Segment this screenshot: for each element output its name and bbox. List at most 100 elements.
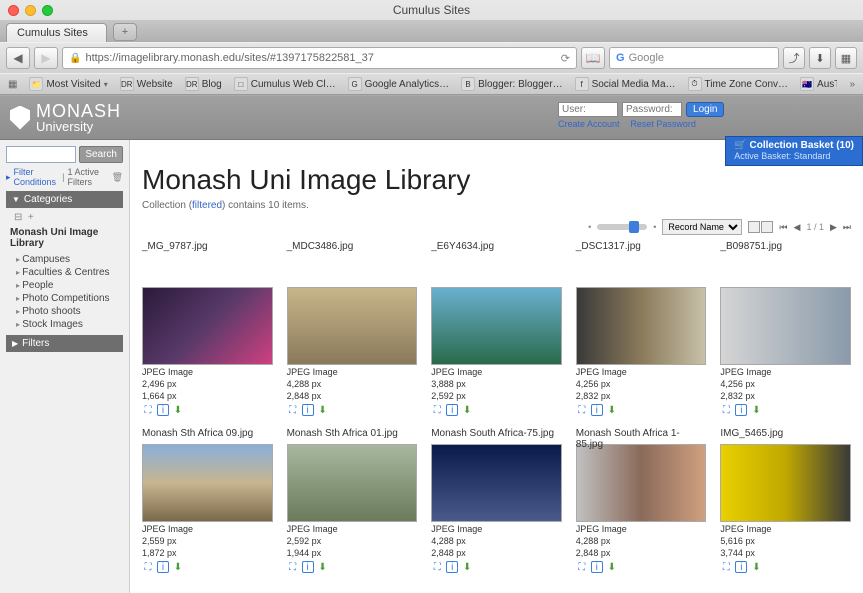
info-icon[interactable]: i: [591, 561, 603, 573]
login-button[interactable]: Login: [686, 102, 724, 117]
info-icon[interactable]: i: [591, 404, 603, 416]
expand-icon[interactable]: ⊟ +: [8, 212, 121, 223]
search-button[interactable]: Search: [79, 146, 123, 163]
bookmark-item[interactable]: fSocial Media Ma…: [575, 77, 676, 91]
url-field[interactable]: 🔒 https://imagelibrary.monash.edu/sites/…: [62, 47, 577, 69]
item-name[interactable]: IMG_5465.jpg: [720, 428, 851, 440]
item-name[interactable]: _DSC1317.jpg: [576, 241, 707, 253]
category-item[interactable]: People: [16, 279, 121, 292]
tabs-button[interactable]: ▦: [835, 47, 857, 69]
info-icon[interactable]: i: [302, 561, 314, 573]
thumbnail[interactable]: [431, 287, 562, 365]
expand-icon[interactable]: ⛶: [720, 561, 732, 573]
thumbnail[interactable]: [142, 287, 273, 365]
thumbnail[interactable]: [576, 444, 707, 522]
download-icon[interactable]: ⬇: [750, 404, 762, 416]
search-input[interactable]: [6, 146, 76, 163]
share-button[interactable]: ⤴: [783, 47, 805, 69]
thumbnail[interactable]: [287, 287, 418, 365]
thumb-size-slider[interactable]: [597, 224, 647, 230]
download-icon[interactable]: ⬇: [461, 561, 473, 573]
pager-prev-icon[interactable]: ◀: [794, 222, 801, 233]
download-icon[interactable]: ⬇: [317, 561, 329, 573]
collection-basket[interactable]: 🛒 Collection Basket (10) Active Basket: …: [725, 136, 863, 166]
pager-next-icon[interactable]: ▶: [830, 222, 837, 233]
expand-icon[interactable]: ⛶: [142, 561, 154, 573]
info-icon[interactable]: i: [157, 404, 169, 416]
bookmarks-menu-icon[interactable]: ▦: [8, 79, 17, 90]
new-tab-button[interactable]: +: [113, 23, 137, 41]
thumbnail[interactable]: [720, 287, 851, 365]
expand-icon[interactable]: ⛶: [720, 404, 732, 416]
download-icon[interactable]: ⬇: [606, 404, 618, 416]
item-name[interactable]: _E6Y4634.jpg: [431, 241, 562, 253]
downloads-link[interactable]: Downloads: [804, 104, 853, 115]
thumbnail[interactable]: [287, 444, 418, 522]
info-icon[interactable]: i: [735, 404, 747, 416]
thumbnail[interactable]: [576, 287, 707, 365]
view-mode-buttons[interactable]: [748, 221, 773, 233]
browser-search[interactable]: G Google: [609, 47, 779, 69]
category-item[interactable]: Stock Images: [16, 318, 121, 331]
download-icon[interactable]: ⬇: [606, 561, 618, 573]
download-icon[interactable]: ⬇: [461, 404, 473, 416]
item-name[interactable]: _B098751.jpg: [720, 241, 851, 253]
thumbnail[interactable]: [142, 444, 273, 522]
download-icon[interactable]: ⬇: [317, 404, 329, 416]
trash-icon[interactable]: 🗑: [112, 172, 123, 183]
download-icon[interactable]: ⬇: [750, 561, 762, 573]
download-icon[interactable]: ⬇: [172, 404, 184, 416]
expand-icon[interactable]: ⛶: [431, 561, 443, 573]
filter-conditions-link[interactable]: Filter Conditions: [14, 167, 60, 187]
sort-select[interactable]: Record Name: [662, 219, 742, 235]
create-account-link[interactable]: Create Account: [558, 119, 620, 129]
pager-last-icon[interactable]: ⏭: [843, 222, 851, 233]
item-name[interactable]: _MG_9787.jpg: [142, 241, 273, 253]
category-item[interactable]: Photo Competitions: [16, 292, 121, 305]
info-icon[interactable]: i: [446, 561, 458, 573]
pager-first-icon[interactable]: ⏮: [779, 222, 787, 233]
expand-icon[interactable]: ⛶: [287, 404, 299, 416]
bookmark-item[interactable]: BBlogger: Blogger…: [461, 77, 563, 91]
monash-logo[interactable]: MONASH University: [10, 102, 121, 133]
item-name[interactable]: _MDC3486.jpg: [287, 241, 418, 253]
info-icon[interactable]: i: [157, 561, 169, 573]
info-icon[interactable]: i: [446, 404, 458, 416]
downloads-button[interactable]: ⬇: [809, 47, 831, 69]
bookmarks-overflow-icon[interactable]: »: [849, 79, 855, 90]
bookmark-item[interactable]: DRBlog: [185, 77, 222, 91]
user-field[interactable]: [558, 102, 618, 117]
info-icon[interactable]: i: [302, 404, 314, 416]
reader-button[interactable]: 📖: [581, 47, 605, 69]
item-name[interactable]: Monash Sth Africa 01.jpg: [287, 428, 418, 440]
info-icon[interactable]: i: [735, 561, 747, 573]
expand-icon[interactable]: ⛶: [142, 404, 154, 416]
categories-header[interactable]: ▼ Categories: [6, 191, 123, 208]
filtered-link[interactable]: filtered: [192, 200, 222, 211]
browser-tab[interactable]: Cumulus Sites: [6, 23, 107, 42]
item-name[interactable]: Monash South Africa-75.jpg: [431, 428, 562, 440]
thumbnail[interactable]: [431, 444, 562, 522]
filters-header[interactable]: ▶ Filters: [6, 335, 123, 352]
expand-icon[interactable]: ⛶: [576, 404, 588, 416]
library-title[interactable]: Monash Uni Image Library: [8, 223, 121, 253]
expand-icon[interactable]: ⛶: [431, 404, 443, 416]
reset-password-link[interactable]: Reset Password: [630, 119, 696, 129]
refresh-icon[interactable]: ⟳: [561, 52, 570, 65]
download-icon[interactable]: ⬇: [172, 561, 184, 573]
bookmark-item[interactable]: □Cumulus Web Cl…: [234, 77, 336, 91]
expand-icon[interactable]: ⛶: [287, 561, 299, 573]
bookmark-item[interactable]: DRWebsite: [120, 77, 173, 91]
password-field[interactable]: [622, 102, 682, 117]
bookmark-item[interactable]: 🇦🇺AusTender: Curr…: [800, 77, 837, 91]
bookmark-item[interactable]: GGoogle Analytics…: [348, 77, 450, 91]
expand-icon[interactable]: ⛶: [576, 561, 588, 573]
bookmark-item[interactable]: 📁Most Visited▾: [29, 77, 107, 91]
category-item[interactable]: Faculties & Centres: [16, 266, 121, 279]
item-name[interactable]: Monash South Africa 1-85.jpg: [576, 428, 707, 440]
my-collections-link[interactable]: My Collections: [728, 104, 793, 115]
back-button[interactable]: ◀: [6, 47, 30, 69]
category-item[interactable]: Campuses: [16, 253, 121, 266]
category-item[interactable]: Photo shoots: [16, 305, 121, 318]
bookmark-item[interactable]: ⏱Time Zone Conv…: [688, 77, 789, 91]
